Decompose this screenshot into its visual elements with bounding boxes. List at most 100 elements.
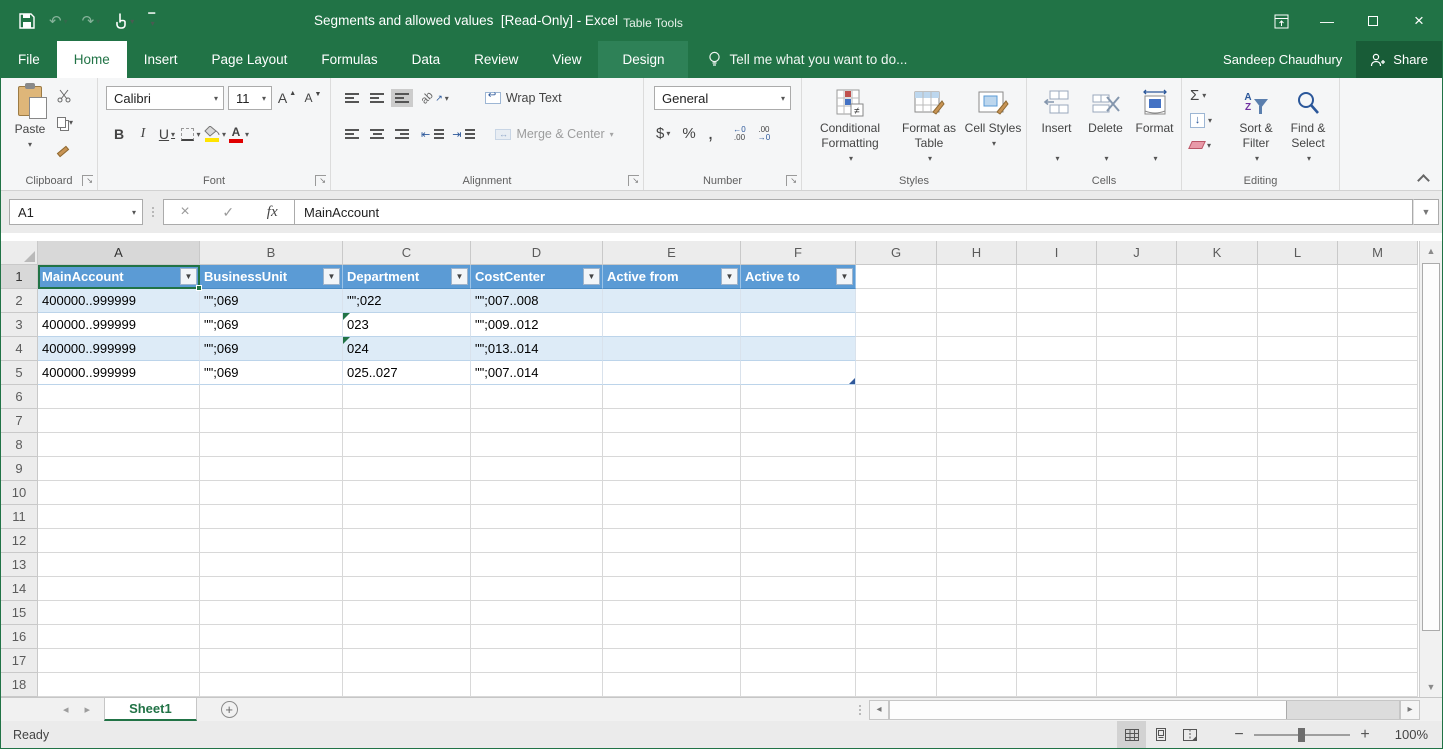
cell-F2[interactable] — [741, 289, 856, 313]
vertical-scroll-thumb[interactable] — [1422, 263, 1440, 631]
cell-A11[interactable] — [38, 505, 200, 529]
zoom-slider-thumb[interactable] — [1298, 728, 1305, 742]
maximize-button[interactable] — [1350, 1, 1396, 41]
cell-B1[interactable]: BusinessUnit▼ — [200, 265, 343, 289]
cell-K4[interactable] — [1177, 337, 1258, 361]
cell-L15[interactable] — [1258, 601, 1338, 625]
decrease-decimal-button[interactable]: .00→0 — [758, 126, 770, 142]
cell-M5[interactable] — [1338, 361, 1418, 385]
bold-button[interactable]: B — [108, 122, 130, 146]
cell-A15[interactable] — [38, 601, 200, 625]
cell-K9[interactable] — [1177, 457, 1258, 481]
filter-costcenter[interactable]: ▼ — [583, 268, 600, 285]
cell-G6[interactable] — [856, 385, 937, 409]
col-header-J[interactable]: J — [1097, 241, 1177, 265]
formula-input[interactable]: MainAccount — [295, 199, 1413, 225]
cell-G4[interactable] — [856, 337, 937, 361]
cell-C8[interactable] — [343, 433, 471, 457]
filter-businessunit[interactable]: ▼ — [323, 268, 340, 285]
cell-G17[interactable] — [856, 649, 937, 673]
cell-C5[interactable]: 025..027 — [343, 361, 471, 385]
cell-J17[interactable] — [1097, 649, 1177, 673]
merge-center-button[interactable]: ↔Merge & Center▾ — [495, 127, 613, 141]
cell-A2[interactable]: 400000..999999 — [38, 289, 200, 313]
format-as-table-button[interactable]: Format as Table▾ — [894, 78, 964, 170]
customize-qat-button[interactable]: ▔▾ — [148, 15, 155, 27]
cell-C9[interactable] — [343, 457, 471, 481]
cell-D18[interactable] — [471, 673, 603, 697]
filter-active-from[interactable]: ▼ — [721, 268, 738, 285]
cell-H5[interactable] — [937, 361, 1017, 385]
cell-E9[interactable] — [603, 457, 741, 481]
cell-K18[interactable] — [1177, 673, 1258, 697]
cell-B7[interactable] — [200, 409, 343, 433]
share-button[interactable]: Share — [1356, 41, 1442, 78]
row-header-11[interactable]: 11 — [1, 505, 38, 529]
cell-D9[interactable] — [471, 457, 603, 481]
row-header-1[interactable]: 1 — [1, 265, 38, 289]
cell-B16[interactable] — [200, 625, 343, 649]
cell-B13[interactable] — [200, 553, 343, 577]
cell-C14[interactable] — [343, 577, 471, 601]
cell-E5[interactable] — [603, 361, 741, 385]
cancel-button[interactable]: × — [180, 203, 189, 221]
cell-D6[interactable] — [471, 385, 603, 409]
cell-H12[interactable] — [937, 529, 1017, 553]
italic-button[interactable]: I — [132, 122, 154, 146]
cell-C18[interactable] — [343, 673, 471, 697]
cell-J10[interactable] — [1097, 481, 1177, 505]
cell-G15[interactable] — [856, 601, 937, 625]
fill-button[interactable]: ↓▾ — [1190, 109, 1212, 131]
cell-E15[interactable] — [603, 601, 741, 625]
cell-M10[interactable] — [1338, 481, 1418, 505]
zoom-out-button[interactable]: − — [1228, 726, 1250, 744]
cell-B9[interactable] — [200, 457, 343, 481]
col-header-H[interactable]: H — [937, 241, 1017, 265]
cell-I14[interactable] — [1017, 577, 1097, 601]
delete-cells-button[interactable]: Delete▾ — [1082, 78, 1129, 170]
cell-D12[interactable] — [471, 529, 603, 553]
cell-K2[interactable] — [1177, 289, 1258, 313]
cell-B11[interactable] — [200, 505, 343, 529]
cell-M17[interactable] — [1338, 649, 1418, 673]
cell-J3[interactable] — [1097, 313, 1177, 337]
cell-J14[interactable] — [1097, 577, 1177, 601]
clipboard-dialog-launcher[interactable]: ↘ — [82, 175, 93, 186]
bottom-align-button[interactable] — [391, 89, 413, 107]
font-color-button[interactable]: A▾ — [228, 122, 250, 146]
tab-page-layout[interactable]: Page Layout — [195, 41, 305, 78]
cell-B17[interactable] — [200, 649, 343, 673]
conditional-formatting-button[interactable]: ≠ Conditional Formatting▾ — [806, 78, 894, 170]
close-button[interactable]: × — [1396, 1, 1442, 41]
cell-M6[interactable] — [1338, 385, 1418, 409]
zoom-in-button[interactable]: + — [1354, 726, 1376, 744]
cell-C15[interactable] — [343, 601, 471, 625]
cell-K11[interactable] — [1177, 505, 1258, 529]
cell-M14[interactable] — [1338, 577, 1418, 601]
cell-I3[interactable] — [1017, 313, 1097, 337]
cell-I9[interactable] — [1017, 457, 1097, 481]
cell-E10[interactable] — [603, 481, 741, 505]
cell-A3[interactable]: 400000..999999 — [38, 313, 200, 337]
cell-B6[interactable] — [200, 385, 343, 409]
next-sheet-arrow[interactable]: ▸ — [85, 703, 91, 716]
cell-A13[interactable] — [38, 553, 200, 577]
cell-D2[interactable]: "";007..008 — [471, 289, 603, 313]
cell-G12[interactable] — [856, 529, 937, 553]
cell-H9[interactable] — [937, 457, 1017, 481]
cell-B4[interactable]: "";069 — [200, 337, 343, 361]
col-header-F[interactable]: F — [741, 241, 856, 265]
cell-L7[interactable] — [1258, 409, 1338, 433]
cell-styles-button[interactable]: Cell Styles▾ — [964, 78, 1022, 170]
cell-G16[interactable] — [856, 625, 937, 649]
cell-K3[interactable] — [1177, 313, 1258, 337]
cell-H8[interactable] — [937, 433, 1017, 457]
cell-I11[interactable] — [1017, 505, 1097, 529]
cell-J18[interactable] — [1097, 673, 1177, 697]
row-header-13[interactable]: 13 — [1, 553, 38, 577]
cell-E18[interactable] — [603, 673, 741, 697]
tab-design[interactable]: Design — [598, 41, 688, 78]
cell-G5[interactable] — [856, 361, 937, 385]
cell-G14[interactable] — [856, 577, 937, 601]
cell-D16[interactable] — [471, 625, 603, 649]
